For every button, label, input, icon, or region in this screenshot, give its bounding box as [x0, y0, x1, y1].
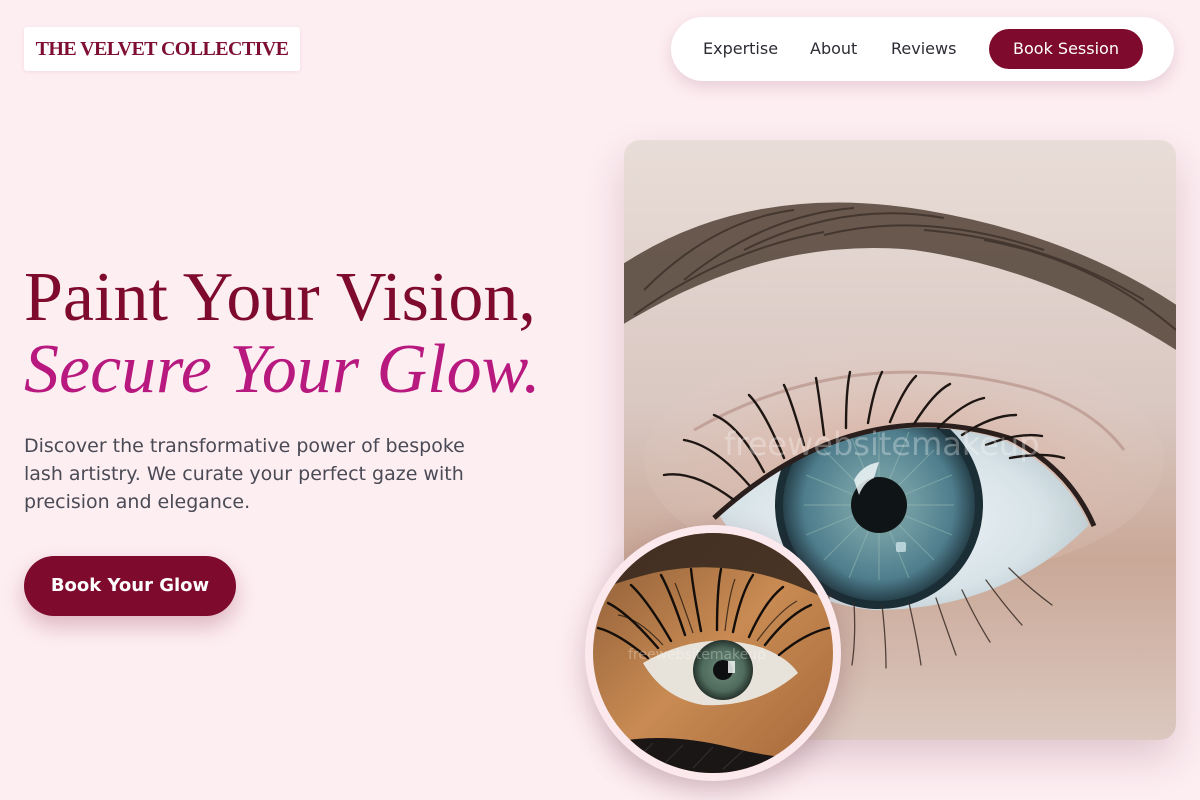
hero-title-line1: Paint Your Vision, — [24, 259, 536, 336]
nav-link-expertise[interactable]: Expertise — [703, 17, 778, 81]
brand-name: THE VELVET COLLECTIVE — [35, 37, 289, 60]
nav-link-reviews[interactable]: Reviews — [891, 17, 956, 81]
hero-title-line2: Secure Your Glow. — [24, 331, 541, 408]
hero-title: Paint Your Vision, Secure Your Glow. — [24, 262, 541, 406]
hero-description: Discover the transformative power of bes… — [24, 435, 465, 513]
inset-photo: freewebsitemakeup — [593, 533, 833, 773]
book-your-glow-button[interactable]: Book Your Glow — [24, 556, 236, 616]
book-session-button[interactable]: Book Session — [989, 29, 1143, 69]
nav-link-about[interactable]: About — [810, 17, 857, 81]
svg-text:freewebsitemakeup: freewebsitemakeup — [628, 647, 766, 663]
brand-logo[interactable]: THE VELVET COLLECTIVE — [24, 27, 300, 71]
lash-extension-inset-image: freewebsitemakeup — [585, 525, 841, 781]
svg-text:freewebsitemakeup: freewebsitemakeup — [724, 425, 1040, 463]
main-nav: Expertise About Reviews Book Session — [671, 17, 1174, 81]
